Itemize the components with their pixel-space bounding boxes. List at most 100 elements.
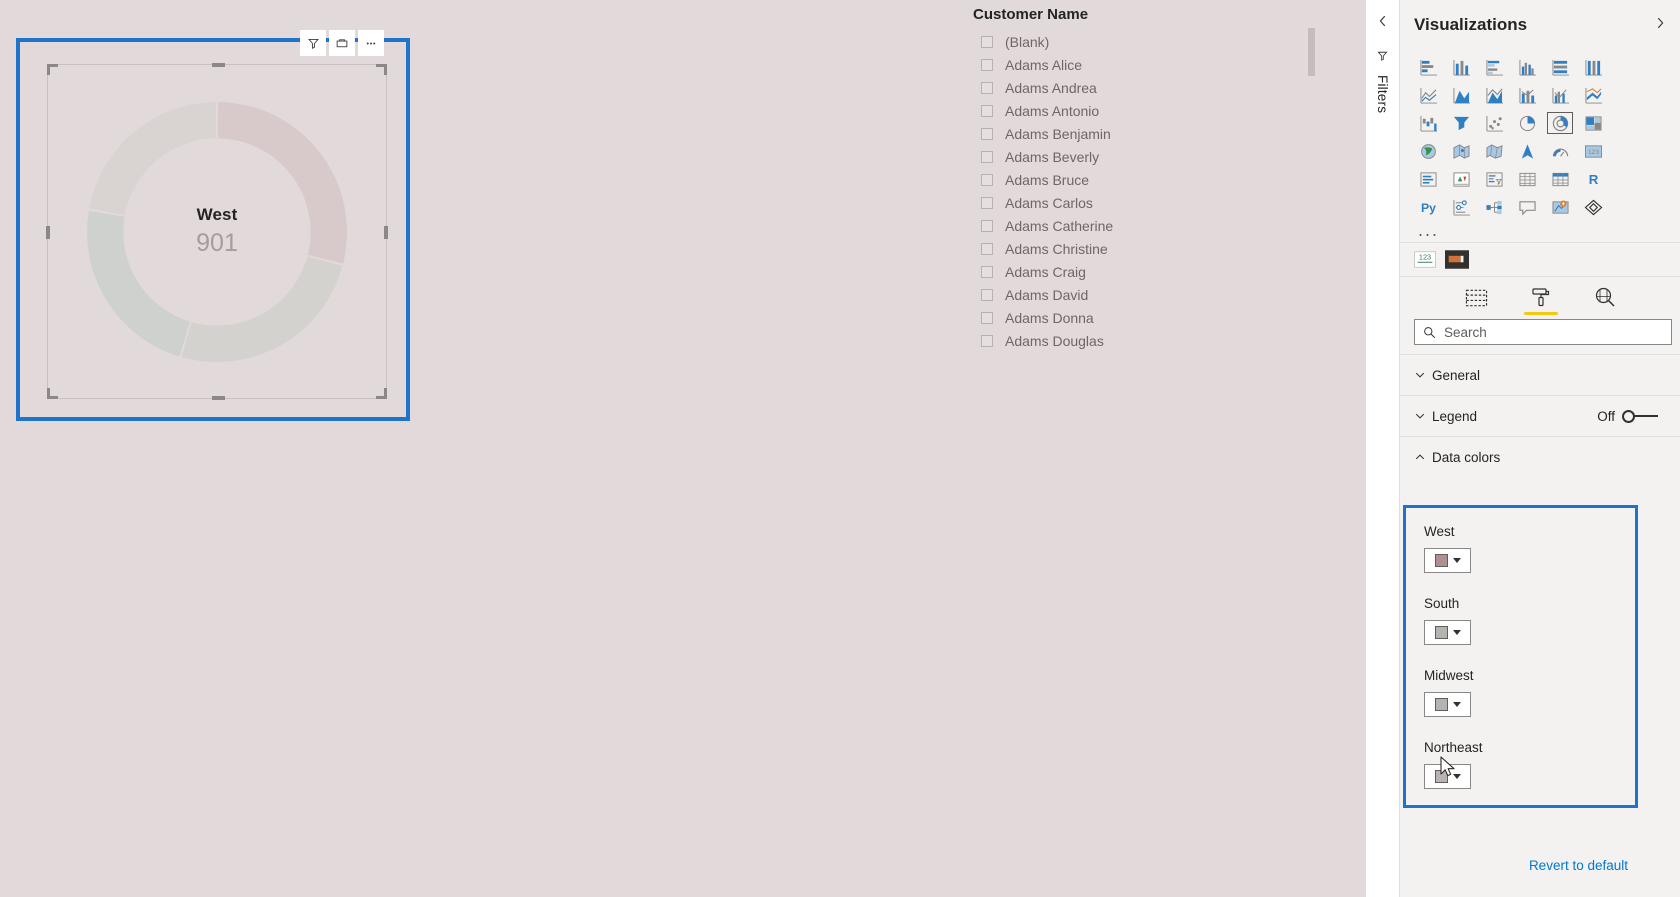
more-visuals-button[interactable]: ... [1400, 221, 1680, 242]
slicer-item[interactable]: Adams Craig [970, 260, 1320, 283]
line-stacked-column-chart-icon[interactable] [1511, 81, 1543, 109]
qna-icon[interactable] [1511, 193, 1543, 221]
visualization-type-grid[interactable]: 123 R Py [1400, 50, 1680, 221]
resize-handle-bottom[interactable] [212, 396, 225, 400]
donut-slice-west[interactable] [217, 101, 347, 264]
decomposition-tree-icon[interactable] [1478, 193, 1510, 221]
r-script-visual-icon[interactable]: R [1577, 165, 1609, 193]
donut-slice-south[interactable] [181, 255, 343, 362]
gauge-icon[interactable] [1544, 137, 1576, 165]
line-chart-icon[interactable] [1412, 81, 1444, 109]
format-section-general[interactable]: General [1400, 354, 1680, 395]
slicer-item[interactable]: Adams Catherine [970, 214, 1320, 237]
search-input[interactable]: Search [1414, 319, 1672, 345]
slicer-item[interactable]: Adams Douglas [970, 329, 1320, 352]
matrix-icon[interactable] [1544, 165, 1576, 193]
scatter-chart-icon[interactable] [1478, 109, 1510, 137]
tab-fields[interactable] [1465, 288, 1488, 315]
resize-handle-top-right[interactable] [376, 64, 387, 75]
donut-chart-icon[interactable] [1544, 109, 1576, 137]
clustered-bar-chart-icon[interactable] [1478, 53, 1510, 81]
focus-mode-icon[interactable] [329, 30, 355, 56]
slicer-checkbox[interactable] [981, 311, 993, 324]
format-section-legend[interactable]: Legend Off [1400, 395, 1680, 436]
kpi-icon[interactable] [1445, 165, 1477, 193]
resize-handle-left[interactable] [46, 226, 50, 239]
slicer-checkbox[interactable] [981, 242, 993, 255]
resize-handle-right[interactable] [384, 226, 388, 239]
data-colors-group[interactable]: West South Midwest Northeast [1403, 505, 1638, 808]
pie-chart-icon[interactable] [1511, 109, 1543, 137]
multi-row-card-icon[interactable] [1412, 165, 1444, 193]
slicer-item[interactable]: Adams Antonio [970, 99, 1320, 122]
key-influencers-icon[interactable] [1445, 193, 1477, 221]
filter-icon[interactable] [300, 30, 326, 56]
donut-slice-midwest[interactable] [87, 210, 190, 356]
100-stacked-bar-chart-icon[interactable] [1544, 53, 1576, 81]
line-clustered-column-chart-icon[interactable] [1544, 81, 1576, 109]
slicer-checkbox[interactable] [981, 35, 993, 48]
slicer-item[interactable]: Adams Beverly [970, 145, 1320, 168]
resize-handle-bottom-left[interactable] [47, 388, 58, 399]
donut-chart-visual[interactable]: West 901 [16, 30, 410, 421]
format-sections[interactable]: General Legend Off Data colors [1400, 354, 1680, 477]
smart-narrative-icon[interactable] [1544, 193, 1576, 221]
arcgis-map-icon[interactable] [1511, 137, 1543, 165]
slicer-scrollbar-thumb[interactable] [1308, 28, 1315, 76]
ribbon-chart-icon[interactable] [1577, 81, 1609, 109]
format-section-data-colors[interactable]: Data colors [1400, 436, 1680, 477]
revert-to-default-link[interactable]: Revert to default [1529, 858, 1628, 873]
resize-handle-bottom-right[interactable] [376, 388, 387, 399]
slicer-item[interactable]: Adams David [970, 283, 1320, 306]
resize-handle-top[interactable] [212, 63, 225, 67]
slicer-checkbox[interactable] [981, 150, 993, 163]
area-chart-icon[interactable] [1445, 81, 1477, 109]
tab-format[interactable] [1523, 286, 1558, 315]
filters-pane-collapsed[interactable]: Filters [1366, 0, 1400, 897]
card-icon[interactable]: 123 [1577, 137, 1609, 165]
chevron-right-icon[interactable] [1653, 16, 1667, 35]
filled-map-icon[interactable] [1445, 137, 1477, 165]
customer-name-slicer[interactable]: Customer Name (Blank) Adams Alice Adams An… [970, 0, 1320, 360]
treemap-icon[interactable] [1577, 109, 1609, 137]
slicer-item[interactable]: Adams Andrea [970, 76, 1320, 99]
resize-handle-top-left[interactable] [47, 64, 58, 75]
slicer-checkbox[interactable] [981, 334, 993, 347]
slicer-checkbox[interactable] [981, 127, 993, 140]
map-icon[interactable] [1412, 137, 1444, 165]
clustered-column-chart-icon[interactable] [1511, 53, 1543, 81]
slicer-item[interactable]: (Blank) [970, 30, 1320, 53]
paginated-report-icon[interactable] [1577, 193, 1609, 221]
slicer-checkbox[interactable] [981, 288, 993, 301]
donut-slice-northeast[interactable] [89, 101, 217, 215]
slicer-checkbox[interactable] [981, 104, 993, 117]
slicer-item-list[interactable]: (Blank) Adams Alice Adams Andrea Adams Anto… [970, 30, 1320, 352]
number-format-icon[interactable]: 123 [1414, 251, 1436, 268]
tab-analytics[interactable] [1594, 286, 1616, 315]
color-picker-south[interactable] [1424, 620, 1471, 645]
waterfall-chart-icon[interactable] [1412, 109, 1444, 137]
shape-map-icon[interactable] [1478, 137, 1510, 165]
filters-pane-label[interactable]: Filters [1375, 75, 1390, 113]
slicer-item[interactable]: Adams Benjamin [970, 122, 1320, 145]
slicer-checkbox[interactable] [981, 265, 993, 278]
stacked-column-chart-icon[interactable] [1445, 53, 1477, 81]
more-options-icon[interactable] [358, 30, 384, 56]
slicer-item[interactable]: Adams Bruce [970, 168, 1320, 191]
donut-chart-plot[interactable]: West 901 [83, 98, 351, 366]
slicer-checkbox[interactable] [981, 81, 993, 94]
format-pane-tabs[interactable] [1400, 277, 1680, 317]
stacked-area-chart-icon[interactable] [1478, 81, 1510, 109]
slicer-item[interactable]: Adams Alice [970, 53, 1320, 76]
slicer-checkbox[interactable] [981, 173, 993, 186]
color-picker-northeast[interactable] [1424, 764, 1471, 789]
python-visual-icon[interactable]: Py [1412, 193, 1444, 221]
slicer-icon[interactable] [1478, 165, 1510, 193]
slicer-item[interactable]: Adams Donna [970, 306, 1320, 329]
slicer-checkbox[interactable] [981, 196, 993, 209]
slicer-item[interactable]: Adams Christine [970, 237, 1320, 260]
stacked-bar-chart-icon[interactable] [1412, 53, 1444, 81]
table-icon[interactable] [1511, 165, 1543, 193]
chevron-left-icon[interactable] [1376, 14, 1390, 33]
legend-toggle-switch[interactable] [1622, 409, 1660, 423]
